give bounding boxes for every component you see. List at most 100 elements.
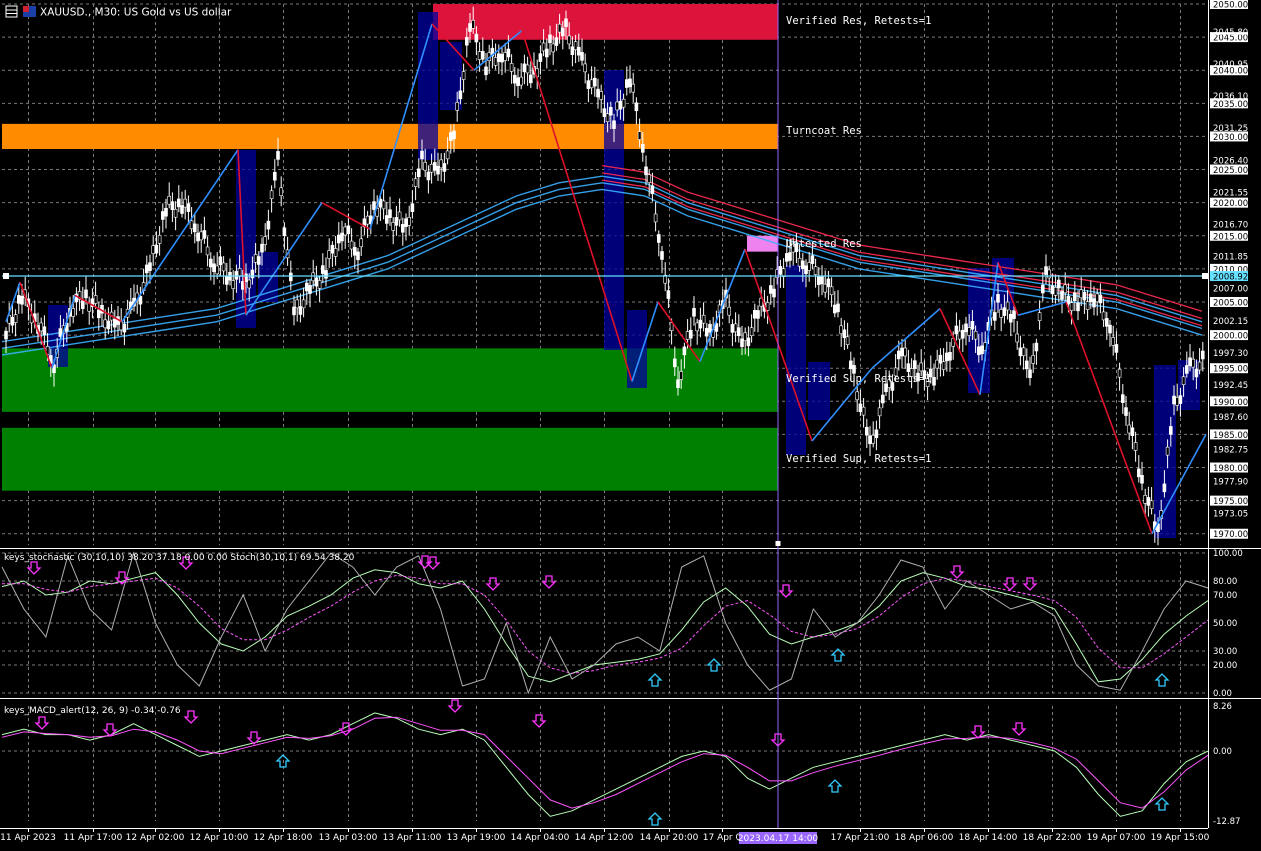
candle-body <box>1201 350 1205 360</box>
candle-body <box>861 406 866 416</box>
candle-body <box>650 185 655 195</box>
candle-body <box>548 34 552 44</box>
candle-body <box>756 310 760 319</box>
candle-body <box>615 101 620 111</box>
candle-body <box>173 208 178 218</box>
candle-body <box>1008 313 1013 323</box>
candle-body <box>1060 291 1064 300</box>
x-tick-label: 13 Apr 11:00 <box>383 833 442 843</box>
candle-body <box>384 215 389 224</box>
candle-body <box>976 346 981 356</box>
candle-body <box>932 377 936 386</box>
candle-body <box>701 314 706 324</box>
y-minor-tick-label: 2016.70 <box>1213 221 1248 231</box>
y-minor-tick-label: 1992.45 <box>1213 381 1248 391</box>
candle-body <box>436 165 440 175</box>
trading-chart-svg[interactable]: Verified Res, Retests=1 Turncoat Res Untes… <box>0 0 1261 847</box>
candle-body <box>388 209 392 218</box>
candle-body <box>538 53 543 62</box>
candle-body <box>784 253 789 262</box>
stoch-y-label: 0.00 <box>1213 689 1232 699</box>
candle-body <box>317 280 322 289</box>
candle-body <box>314 277 319 287</box>
candle-body <box>554 37 559 46</box>
candle-body <box>1066 295 1071 305</box>
candle-body <box>1002 307 1007 316</box>
candle-body <box>1050 285 1055 295</box>
candle-body <box>170 201 175 210</box>
macd-y-label: -12.87 <box>1213 817 1240 827</box>
x-tick-label: 14 Apr 12:00 <box>575 833 634 843</box>
y-minor-tick-label: 1973.05 <box>1213 510 1248 520</box>
candle-body <box>1098 294 1103 304</box>
y-minor-tick-label: 2036.10 <box>1213 92 1248 102</box>
window-title: XAUUSD., M30: US Gold vs US dollar <box>40 7 232 19</box>
x-tick-label: 12 Apr 10:00 <box>190 833 249 843</box>
y-minor-tick-label: 2021.55 <box>1213 188 1248 198</box>
candle-body <box>221 262 226 272</box>
candle-body <box>1047 269 1051 279</box>
candle-body <box>647 174 652 184</box>
zone-label: Untested Res <box>786 238 862 250</box>
candle-body <box>602 108 607 117</box>
candle-body <box>442 163 447 172</box>
candle-body <box>845 336 850 346</box>
zone-untested-res <box>747 235 778 252</box>
stoch-y-label: 20.00 <box>1213 661 1237 671</box>
y-minor-tick-label: 1997.30 <box>1213 349 1248 359</box>
candle-body <box>640 144 645 153</box>
candle-body <box>202 230 207 239</box>
x-tick-label: 13 Apr 19:00 <box>447 833 506 843</box>
candle-body <box>1117 368 1122 378</box>
candle-body <box>656 234 661 243</box>
candle-body <box>420 150 424 160</box>
candle-body <box>247 279 251 289</box>
candle-body <box>960 329 965 339</box>
candle-body <box>455 102 460 111</box>
candle-body <box>349 240 354 250</box>
stoch-y-label: 50.00 <box>1213 619 1237 629</box>
y-minor-tick-label: 2011.85 <box>1213 253 1248 263</box>
candle-body <box>1146 497 1151 506</box>
candle-body <box>1105 318 1109 327</box>
candle-body <box>71 308 75 317</box>
macd-y-label: 8.26 <box>1213 702 1232 712</box>
candle-body <box>608 106 613 116</box>
zone-turncoat-res <box>2 123 778 150</box>
candle-body <box>183 198 187 208</box>
candle-body <box>596 88 600 98</box>
y-tick-label: 2030.00 <box>1213 133 1248 143</box>
zone-label: Verified Sup, Retests=1 <box>786 373 931 385</box>
candle-body <box>1191 358 1195 368</box>
candle-body <box>474 33 479 43</box>
chart-root[interactable]: Verified Res, Retests=1 Turncoat Res Untes… <box>0 0 1261 847</box>
candle-body <box>1137 468 1141 478</box>
candle-body <box>269 190 274 200</box>
candle-body <box>471 20 476 29</box>
candle-body <box>1194 368 1199 378</box>
candle-body <box>189 220 194 230</box>
candle-body <box>461 71 466 80</box>
candle-body <box>423 161 428 171</box>
y-tick-label: 2005.00 <box>1213 298 1248 308</box>
stochastic-title: keys_stochastic (30,10,10) 38.20 37.18 0… <box>4 553 355 563</box>
candle-body <box>416 168 421 178</box>
candle-body <box>1140 475 1144 484</box>
candle-body <box>941 361 946 370</box>
candle-body <box>816 276 821 285</box>
y-tick-label: 1990.00 <box>1213 398 1248 408</box>
crosshair-handle <box>3 273 9 280</box>
candle-body <box>576 46 581 56</box>
zone-label: Verified Res, Retests=1 <box>786 15 931 27</box>
zone-label: Turncoat Res <box>786 125 862 137</box>
candle-body <box>177 198 181 208</box>
candle-body <box>324 270 328 279</box>
candle-body <box>567 35 572 45</box>
candle-body <box>1005 301 1010 311</box>
candle-body <box>103 319 107 329</box>
candle-body <box>698 319 703 329</box>
y-minor-tick-label: 2007.00 <box>1213 285 1248 295</box>
candle-body <box>589 79 594 89</box>
navy-block <box>604 70 624 350</box>
candle-body <box>528 74 533 84</box>
